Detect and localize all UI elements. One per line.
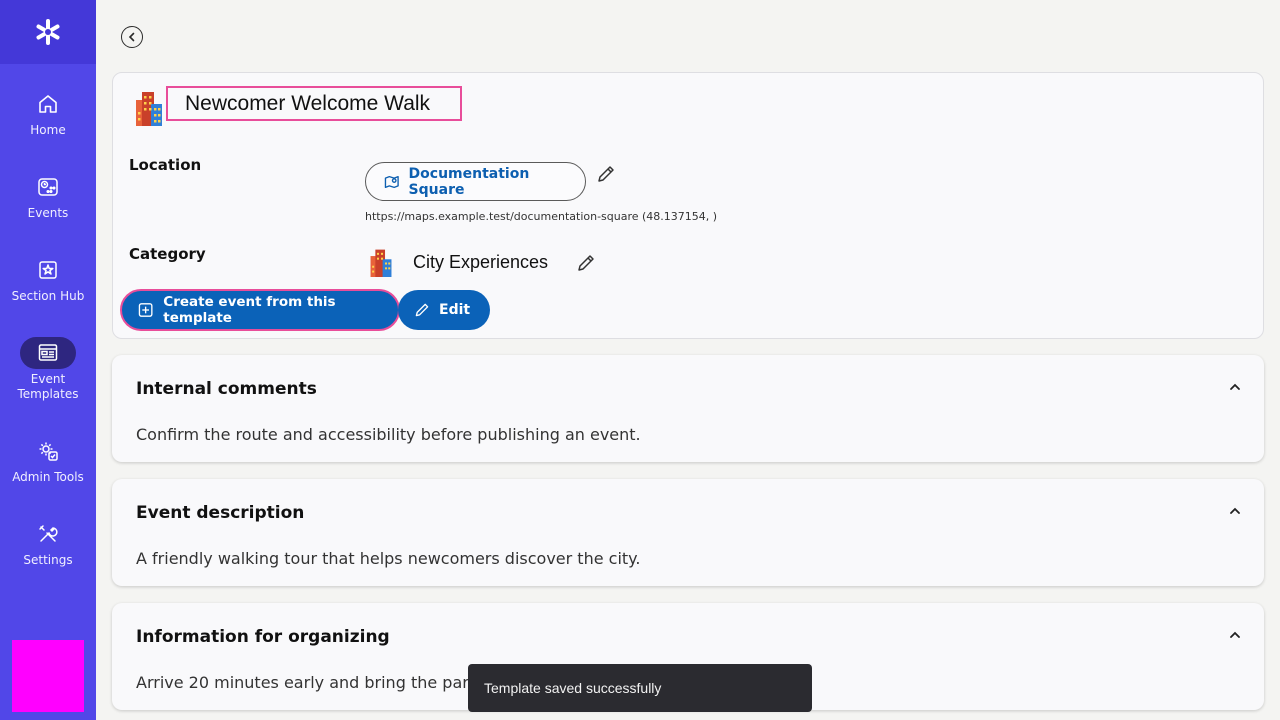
templates-icon — [20, 337, 76, 369]
section-body: Confirm the route and accessibility befo… — [136, 425, 641, 444]
section-hub-icon — [20, 254, 76, 286]
home-icon — [20, 88, 76, 120]
toast-message: Template saved successfully — [484, 680, 662, 696]
section-body: A friendly walking tour that helps newco… — [136, 549, 641, 568]
plus-square-icon — [138, 303, 153, 317]
section-event-description: Event description A friendly walking tou… — [112, 479, 1264, 586]
sidebar-item-settings[interactable]: Settings — [0, 518, 96, 568]
create-event-button[interactable]: Create event from this template — [120, 289, 400, 331]
sidebar-item-section-hub[interactable]: Section Hub — [0, 254, 96, 304]
edit-category-pencil-icon[interactable] — [576, 253, 596, 277]
color-block — [12, 640, 84, 712]
section-body: Arrive 20 minutes early and bring the pa… — [136, 673, 493, 692]
template-title[interactable]: Newcomer Welcome Walk — [166, 86, 462, 121]
chevron-up-icon[interactable] — [1228, 503, 1242, 522]
section-title: Information for organizing — [136, 627, 390, 647]
sidebar-item-label: Event Templates — [17, 372, 79, 401]
sidebar-item-home[interactable]: Home — [0, 88, 96, 138]
asterisk-logo-icon — [36, 19, 60, 45]
map-pin-icon — [384, 175, 399, 188]
sidebar-item-admin-tools[interactable]: Admin Tools — [0, 435, 96, 485]
edit-location-pencil-icon[interactable] — [596, 164, 616, 188]
location-button[interactable]: Documentation Square — [365, 162, 586, 201]
location-label: Location — [129, 156, 202, 174]
sidebar-item-label: Home — [30, 123, 66, 137]
create-event-label: Create event from this template — [163, 294, 336, 326]
sidebar-item-event-templates[interactable]: Event Templates — [0, 337, 96, 402]
category-name: City Experiences — [413, 252, 549, 272]
admin-tools-icon — [20, 435, 76, 467]
location-name: Documentation Square — [408, 165, 530, 198]
toast-notification: Template saved successfully — [468, 664, 812, 712]
sidebar-item-label: Section Hub — [11, 289, 85, 303]
category-label: Category — [129, 245, 206, 263]
section-title: Event description — [136, 503, 305, 523]
sidebar-item-label: Settings — [23, 553, 73, 567]
chevron-up-icon[interactable] — [1228, 627, 1242, 646]
section-title: Internal comments — [136, 379, 317, 399]
buildings-icon — [368, 248, 394, 281]
app-logo[interactable] — [0, 0, 96, 64]
chevron-left-icon — [128, 32, 135, 42]
edit-label: Edit — [439, 302, 471, 318]
pencil-icon — [415, 303, 429, 317]
chevron-up-icon[interactable] — [1228, 379, 1242, 398]
settings-icon — [20, 518, 76, 550]
events-icon — [20, 171, 76, 203]
buildings-icon — [134, 90, 164, 130]
edit-button[interactable]: Edit — [398, 290, 490, 330]
back-button[interactable] — [121, 26, 143, 48]
sidebar-item-events[interactable]: Events — [0, 171, 96, 221]
sidebar-item-label: Events — [27, 206, 69, 220]
location-url: https://maps.example.test/documentation-… — [365, 210, 718, 223]
section-internal-comments: Internal comments Confirm the route and … — [112, 355, 1264, 462]
sidebar: Home Events Section Hub Event Templates … — [0, 0, 96, 720]
sidebar-item-label: Admin Tools — [12, 470, 84, 484]
